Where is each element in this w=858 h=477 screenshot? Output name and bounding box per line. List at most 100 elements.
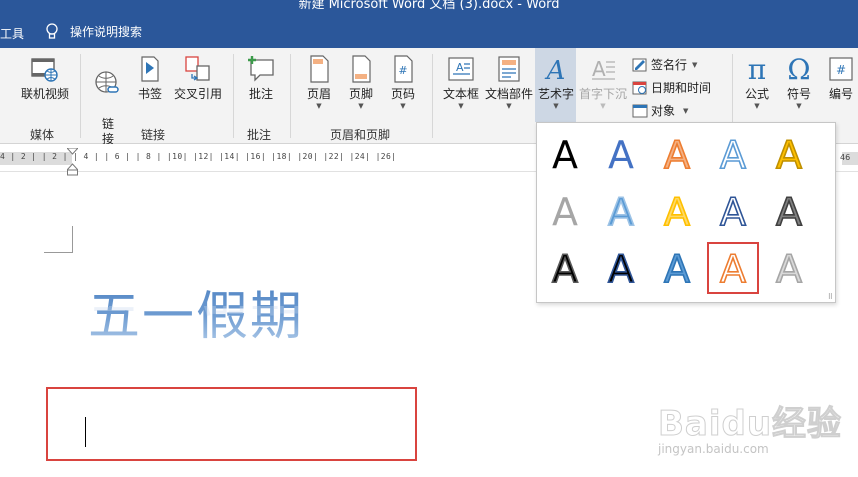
page-number-button[interactable]: # 页码 ▼ — [386, 54, 420, 111]
wordart-style-8[interactable]: A — [651, 185, 703, 237]
drop-cap-label: 首字下沉 — [578, 87, 627, 101]
signature-icon — [632, 58, 647, 71]
tell-me-search[interactable]: 操作说明搜索 — [46, 23, 142, 40]
wordart-style-1[interactable]: A — [539, 128, 591, 180]
online-video-label: 联机视频 — [20, 87, 69, 101]
equation-label: 公式 — [744, 87, 769, 101]
textbox-button[interactable]: A 文本框 ▼ — [442, 54, 480, 111]
page-margin-corner — [44, 226, 73, 253]
group-media-label: 媒体 — [30, 128, 55, 142]
omega-icon: Ω — [787, 54, 810, 84]
tell-me-label: 操作说明搜索 — [70, 25, 143, 39]
cross-reference-label: 交叉引用 — [173, 87, 222, 101]
svg-text:A: A — [720, 190, 746, 233]
wordart-style-7[interactable]: A — [595, 185, 647, 237]
chevron-down-icon: ▼ — [692, 60, 698, 69]
tab-tools[interactable]: 工具 — [0, 25, 24, 42]
page-number-icon: # — [394, 55, 413, 83]
wordart-style-12[interactable]: A — [595, 242, 647, 294]
wordart-style-5[interactable]: A — [763, 128, 815, 180]
letter-a-icon: A — [608, 133, 634, 176]
wordart-style-3[interactable]: A — [651, 128, 703, 180]
text-cursor — [85, 417, 86, 447]
link-label: 链 接 — [101, 117, 114, 146]
quick-parts-button[interactable]: 文档部件 ▼ — [484, 54, 534, 111]
svg-text:A: A — [456, 61, 464, 74]
cross-reference-button[interactable]: 交叉引用 — [172, 54, 224, 102]
svg-text:A: A — [545, 56, 566, 84]
wordart-label: 艺术字 — [537, 87, 574, 101]
wordart-style-13[interactable]: A — [651, 242, 703, 294]
signature-label: 签名行 — [651, 58, 688, 72]
wordart-title-reflection: 五一假期 — [88, 306, 304, 332]
link-button[interactable]: 链 接 — [92, 54, 124, 147]
online-video-button[interactable]: 联机视频 — [18, 54, 72, 102]
chevron-down-icon: ▼ — [458, 102, 464, 110]
wordart-style-4[interactable]: A — [707, 128, 759, 180]
new-wordart-textbox[interactable] — [46, 387, 417, 461]
wordart-style-14[interactable]: A — [707, 242, 759, 294]
footer-label: 页脚 — [348, 87, 373, 101]
ruler-numbers: 4 | 2 | | 2 | | 4 | | 6 | | 8 | |10| |12… — [0, 152, 397, 161]
numbering-button[interactable]: # 编号 — [824, 54, 858, 102]
svg-text:A: A — [720, 247, 746, 290]
resize-grip-icon[interactable]: ⠿ — [828, 293, 833, 301]
wordart-style-15[interactable]: A — [763, 242, 815, 294]
svg-text:#: # — [836, 63, 846, 77]
letter-a-icon: A — [663, 132, 691, 176]
wordart-style-9[interactable]: A — [707, 185, 759, 237]
header-icon — [310, 55, 329, 83]
svg-text:A: A — [664, 133, 690, 176]
baidu-watermark-url: jingyan.baidu.com — [658, 442, 769, 456]
signature-line-button[interactable]: 签名行 ▼ — [632, 56, 697, 73]
wordart-icon: A — [545, 56, 566, 84]
svg-text:Ω: Ω — [787, 54, 810, 84]
title-bar: 新建 Microsoft Word 文档 (3).docx - Word 工具 … — [0, 0, 858, 48]
wordart-style-2[interactable]: A — [595, 128, 647, 180]
bookmark-button[interactable]: 书签 — [134, 54, 166, 102]
date-time-button[interactable]: 日期和时间 — [632, 79, 711, 96]
svg-text:A: A — [608, 133, 634, 176]
header-button[interactable]: 页眉 ▼ — [302, 54, 336, 111]
svg-text:A: A — [776, 190, 802, 233]
letter-a-icon: A — [663, 189, 691, 233]
wordart-style-11[interactable]: A — [539, 242, 591, 294]
drop-cap-button[interactable]: A 首字下沉 ▼ — [578, 54, 628, 111]
drop-cap-icon: A — [592, 57, 615, 81]
wordart-style-10[interactable]: A — [763, 185, 815, 237]
indent-marker-icon[interactable] — [67, 148, 78, 176]
link-globe-icon — [95, 71, 119, 93]
footer-button[interactable]: 页脚 ▼ — [344, 54, 378, 111]
svg-text:A: A — [720, 133, 746, 176]
letter-a-icon: A — [552, 133, 578, 176]
chevron-down-icon: ▼ — [553, 102, 559, 110]
chevron-down-icon: ▼ — [796, 102, 802, 110]
svg-text:A: A — [608, 190, 634, 233]
group-separator — [233, 54, 234, 138]
object-button[interactable]: 对象 ▼ — [632, 102, 688, 119]
chevron-down-icon: ▼ — [400, 102, 406, 110]
equation-button[interactable]: π 公式 ▼ — [740, 54, 774, 111]
svg-text:A: A — [552, 190, 578, 233]
wordart-style-6[interactable]: A — [539, 185, 591, 237]
header-label: 页眉 — [306, 87, 331, 101]
new-comment-button[interactable]: 批注 — [243, 54, 279, 102]
group-header-footer-label: 页眉和页脚 — [330, 128, 391, 142]
wordart-button[interactable]: A 艺术字 ▼ — [536, 54, 576, 111]
textbox-label: 文本框 — [442, 87, 479, 101]
quick-parts-label: 文档部件 — [484, 87, 533, 101]
window-title: 新建 Microsoft Word 文档 (3).docx - Word — [298, 0, 560, 12]
word-window: 新建 Microsoft Word 文档 (3).docx - Word 工具 … — [0, 0, 858, 477]
symbol-button[interactable]: Ω 符号 ▼ — [782, 54, 816, 111]
svg-text:A: A — [776, 247, 802, 290]
date-time-label: 日期和时间 — [651, 81, 712, 95]
baidu-watermark: Baidu经验 — [657, 404, 843, 445]
letter-a-icon: A — [719, 246, 747, 290]
svg-text:A: A — [608, 247, 634, 290]
svg-text:A: A — [552, 133, 578, 176]
svg-text:A: A — [592, 57, 606, 81]
letter-a-icon: A — [719, 132, 747, 176]
pi-icon: π — [748, 54, 766, 84]
letter-a-icon: A — [775, 189, 803, 233]
object-icon — [632, 104, 648, 117]
